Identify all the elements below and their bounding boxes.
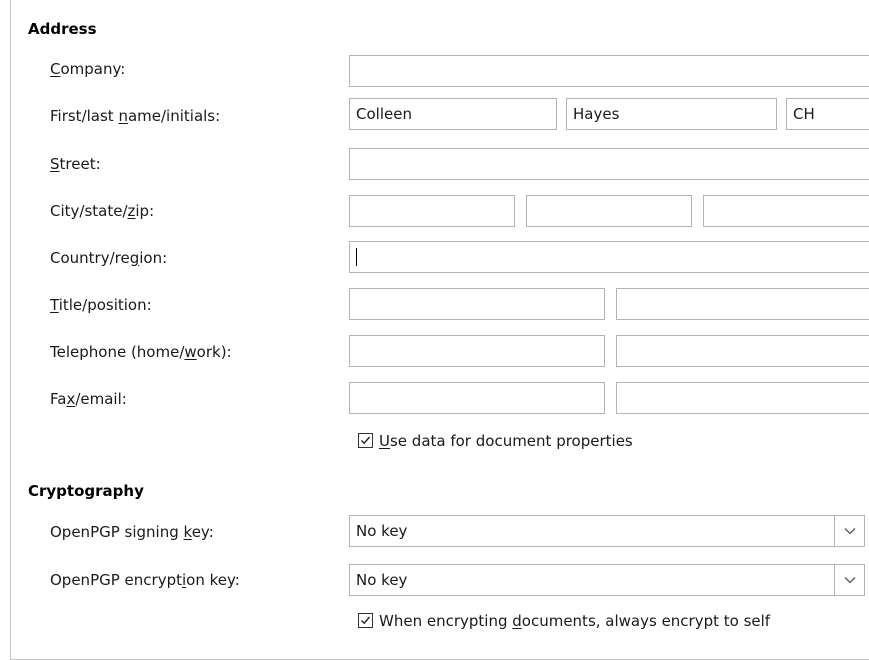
encrypt-to-self-label: When encrypting documents, always encryp… <box>379 612 771 630</box>
country-label: Country/region: <box>50 249 168 267</box>
telephone-work-input[interactable] <box>616 335 869 367</box>
fax-input[interactable] <box>349 382 605 414</box>
encryption-key-label: OpenPGP encryption key: <box>50 571 240 589</box>
country-input[interactable] <box>349 241 869 273</box>
title-input[interactable] <box>349 288 605 320</box>
encryption-key-select[interactable]: No key <box>349 564 865 596</box>
cryptography-section-title: Cryptography <box>28 482 144 500</box>
checkmark-icon <box>361 436 371 445</box>
state-input[interactable] <box>526 195 692 227</box>
encrypt-to-self-checkbox-row[interactable]: When encrypting documents, always encryp… <box>358 612 770 630</box>
chevron-down-icon <box>844 528 855 535</box>
checkmark-icon <box>361 616 371 625</box>
city-state-zip-label: City/state/zip: <box>50 202 155 220</box>
use-data-label: Use data for document properties <box>379 432 633 450</box>
encrypt-to-self-checkbox[interactable] <box>358 613 373 628</box>
last-name-input[interactable]: Hayes <box>566 98 777 130</box>
first-name-input[interactable]: Colleen <box>349 98 557 130</box>
signing-key-label: OpenPGP signing key: <box>50 523 214 541</box>
company-input[interactable] <box>349 55 869 87</box>
initials-input[interactable]: CH <box>786 98 869 130</box>
city-input[interactable] <box>349 195 515 227</box>
signing-key-value: No key <box>356 522 408 540</box>
street-label: Street: <box>50 155 101 173</box>
company-label: Company: <box>50 60 126 78</box>
encryption-key-value: No key <box>356 571 408 589</box>
use-data-checkbox-row[interactable]: Use data for document properties <box>358 432 633 450</box>
signing-key-dropdown-button[interactable] <box>834 516 864 546</box>
title-position-label: Title/position: <box>50 296 152 314</box>
use-data-checkbox[interactable] <box>358 433 373 448</box>
encryption-key-dropdown-button[interactable] <box>834 565 864 595</box>
zip-input[interactable] <box>703 195 869 227</box>
text-caret <box>356 247 357 266</box>
telephone-home-input[interactable] <box>349 335 605 367</box>
fax-email-label: Fax/email: <box>50 390 127 408</box>
signing-key-select[interactable]: No key <box>349 515 865 547</box>
email-input[interactable] <box>616 382 869 414</box>
street-input[interactable] <box>349 148 869 180</box>
name-label: First/last name/initials: <box>50 107 221 125</box>
chevron-down-icon <box>844 577 855 584</box>
position-input[interactable] <box>616 288 869 320</box>
address-section-title: Address <box>28 20 97 38</box>
telephone-label: Telephone (home/work): <box>50 343 232 361</box>
